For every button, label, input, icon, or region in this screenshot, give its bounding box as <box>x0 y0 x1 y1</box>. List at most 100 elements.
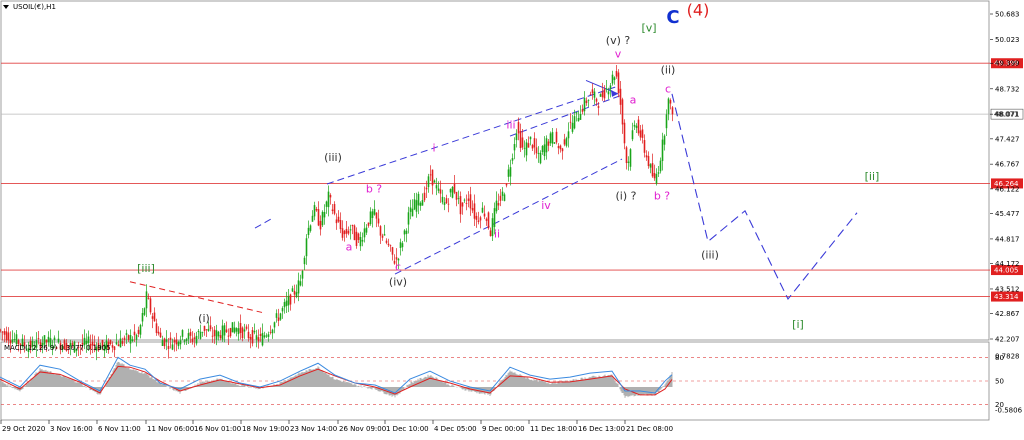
candle-body <box>281 308 284 312</box>
candle-body <box>469 194 472 209</box>
candle-body <box>437 188 440 191</box>
candle-body <box>215 330 218 340</box>
wave-label: b ? <box>366 182 382 195</box>
candle-body <box>173 340 176 343</box>
candle-body <box>411 208 414 217</box>
candle-body <box>53 337 56 341</box>
candle-body <box>647 156 650 167</box>
time-tick-label: 11 Dec 18:00 <box>530 425 577 433</box>
candle-body <box>585 100 588 104</box>
candle-body <box>641 129 644 138</box>
candle-body <box>275 313 278 318</box>
candle-body <box>557 146 560 149</box>
candle-body <box>337 216 340 222</box>
candle-body <box>537 153 540 155</box>
candle-body <box>391 247 394 255</box>
candle-body <box>667 98 670 115</box>
macd-label: MACD(12,26,9) 0.3077 0.1905 <box>4 344 111 352</box>
candle-body <box>501 191 504 196</box>
candle-body <box>185 338 188 342</box>
candle-body <box>291 288 294 292</box>
candle-body <box>533 138 536 148</box>
candle-body <box>611 74 614 84</box>
candle-body <box>569 121 572 123</box>
candle-body <box>513 144 516 151</box>
candle-body <box>415 200 418 212</box>
candle-body <box>495 200 498 212</box>
candle-body <box>605 88 608 90</box>
candle-body <box>459 196 462 215</box>
candle-body <box>607 91 610 95</box>
candle-body <box>195 335 198 344</box>
candle-body <box>0 329 2 331</box>
wave-label: (iii) <box>701 249 719 262</box>
candle-body <box>419 202 422 206</box>
candle-body <box>129 334 132 344</box>
candle-body <box>587 99 590 101</box>
candle-body <box>625 147 628 164</box>
candle-body <box>305 238 308 257</box>
candle-body <box>131 339 134 341</box>
candle-body <box>407 212 410 225</box>
candle-body <box>205 329 208 331</box>
candle-body <box>593 91 596 98</box>
candle-body <box>579 114 582 120</box>
candle-body <box>151 316 154 319</box>
candle-body <box>429 174 432 176</box>
candle-body <box>409 207 412 212</box>
level-price-label: 43.314 <box>994 293 1019 301</box>
candle-body <box>3 331 6 335</box>
candle-body <box>111 345 114 348</box>
candle-body <box>295 292 298 298</box>
candle-body <box>431 169 434 186</box>
candle-body <box>203 325 206 331</box>
candle-body <box>379 226 382 236</box>
candle-body <box>339 220 342 230</box>
price-tick-label: 46.122 <box>995 185 1020 193</box>
macd-tick-label: -0.5806 <box>995 407 1023 415</box>
candle-body <box>309 225 312 231</box>
candle-body <box>637 119 640 134</box>
candle-body <box>373 209 376 215</box>
time-tick-label: 11 Nov 06:00 <box>147 425 194 433</box>
candle-body <box>671 107 674 115</box>
candle-body <box>389 245 392 247</box>
candle-body <box>11 339 14 343</box>
candle-body <box>517 122 520 134</box>
candle-body <box>357 233 360 240</box>
candle-body <box>549 133 552 144</box>
candle-body <box>57 338 60 343</box>
candle-body <box>199 331 202 339</box>
candle-body <box>447 203 450 205</box>
candle-body <box>269 331 272 333</box>
candle-body <box>453 183 456 193</box>
candle-body <box>193 337 196 340</box>
time-tick-label: 16 Nov 01:00 <box>194 425 241 433</box>
candle-body <box>133 331 136 336</box>
wave-label: (i) ? <box>616 189 637 202</box>
candle-body <box>511 158 514 161</box>
candle-body <box>595 98 598 102</box>
candle-body <box>149 298 152 313</box>
candle-body <box>303 257 306 265</box>
candle-body <box>241 327 244 339</box>
candle-body <box>539 152 542 164</box>
candle-body <box>651 163 654 177</box>
candle-body <box>565 138 568 146</box>
candle-body <box>181 330 184 337</box>
candle-body <box>661 139 664 162</box>
candle-body <box>289 294 292 305</box>
candle-body <box>477 220 480 223</box>
candle-body <box>551 132 554 144</box>
candle-body <box>523 147 526 149</box>
candle-body <box>155 323 158 333</box>
candle-body <box>365 227 368 233</box>
price-chart[interactable]: 49.39948.07146.26444.00543.314 [iii](i)(… <box>0 0 1024 440</box>
time-tick-label: 4 Dec 05:00 <box>434 425 477 433</box>
candle-body <box>627 161 630 163</box>
candle-body <box>325 201 328 207</box>
wave-label: ii <box>494 228 500 241</box>
candle-body <box>231 322 234 333</box>
candle-body <box>485 218 488 221</box>
candle-body <box>153 312 156 322</box>
